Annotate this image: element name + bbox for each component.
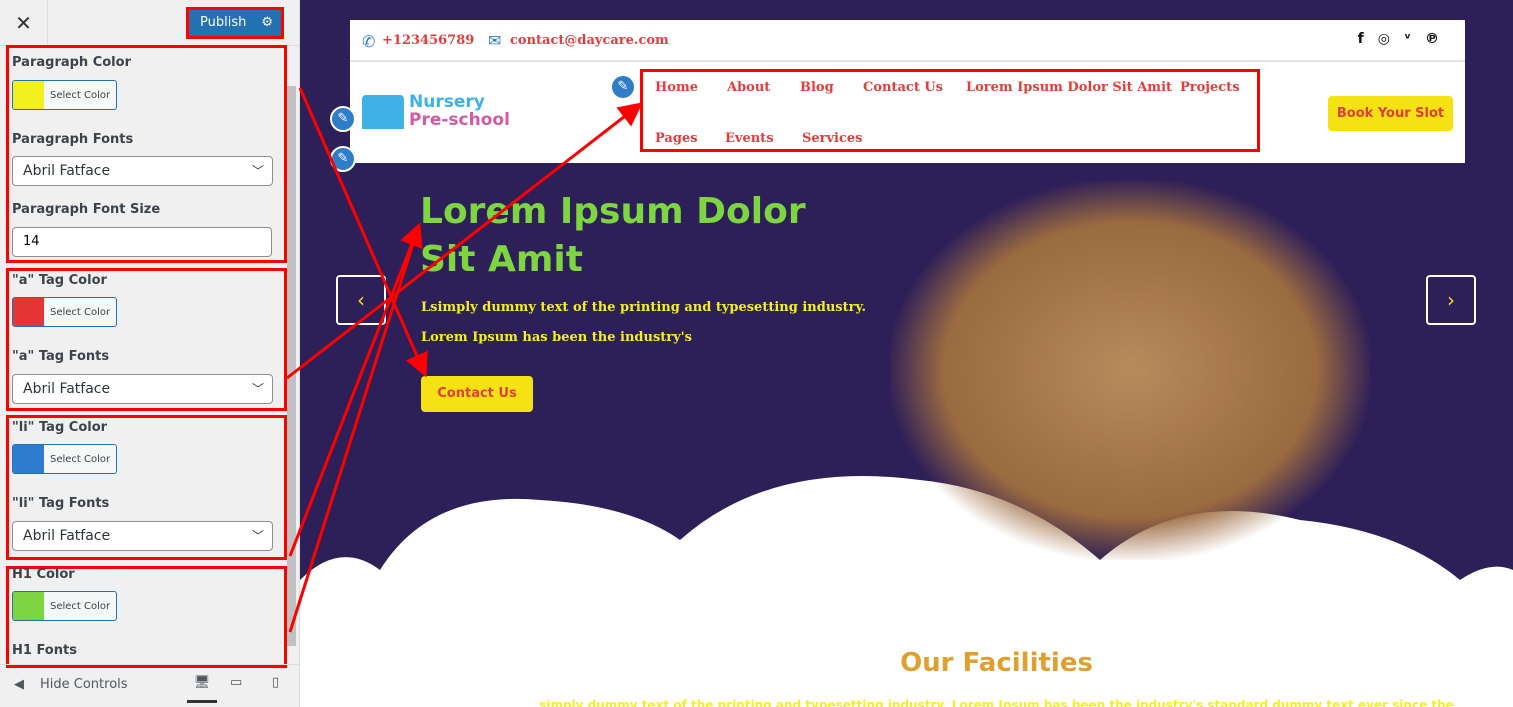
nav-pages[interactable]: Pages: [655, 131, 698, 146]
hero-title: Lorem Ipsum Dolor Sit Amit: [420, 191, 806, 280]
phone-number[interactable]: +123456789: [382, 33, 474, 48]
hide-controls-icon[interactable]: ◀: [14, 677, 24, 692]
hide-controls-button[interactable]: Hide Controls: [40, 677, 128, 692]
select-color-label: Select Color: [50, 453, 111, 465]
nav-lorem[interactable]: Lorem Ipsum Dolor Sit Amit: [966, 80, 1172, 95]
li-fonts-label: "li" Tag Fonts: [12, 496, 110, 511]
customizer-sidebar: ✕ Publish ⚙ Paragraph Color Select Color …: [0, 0, 300, 707]
a-color-label: "a" Tag Color: [12, 273, 107, 288]
pinterest-icon[interactable]: ℗: [1425, 31, 1453, 47]
edit-pencil-icon[interactable]: ✎: [330, 146, 356, 172]
publish-button[interactable]: Publish ⚙: [186, 7, 284, 39]
li-fonts-select[interactable]: Abril Fatface ﹀: [12, 521, 273, 551]
instagram-icon[interactable]: ◎: [1378, 31, 1404, 47]
facebook-icon[interactable]: f: [1358, 31, 1378, 47]
color-swatch: [13, 592, 44, 620]
paragraph-color-label: Paragraph Color: [12, 55, 131, 70]
customizer-header: ✕ Publish ⚙: [0, 0, 299, 46]
nav-services[interactable]: Services: [802, 131, 863, 146]
li-color-label: "li" Tag Color: [12, 420, 108, 435]
customizer-footer: ◀ Hide Controls 🖥 ▭ ▯: [0, 664, 300, 707]
hero-contact-button[interactable]: Contact Us: [421, 376, 533, 412]
email-icon: ✉: [488, 31, 502, 50]
mobile-preview-icon[interactable]: ▯: [272, 675, 279, 690]
chevron-down-icon: ﹀: [251, 164, 264, 178]
nav-about[interactable]: About: [727, 80, 770, 95]
select-color-label: Select Color: [50, 89, 111, 101]
a-fonts-label: "a" Tag Fonts: [12, 349, 110, 364]
h1-fonts-label: H1 Fonts: [12, 643, 77, 658]
hero-paragraph-2: Lorem Ipsum has been the industry's: [421, 330, 692, 345]
h1-color-label: H1 Color: [12, 567, 75, 582]
edit-pencil-icon[interactable]: ✎: [330, 106, 356, 132]
nav-home[interactable]: Home: [655, 80, 698, 95]
nav-blog[interactable]: Blog: [800, 80, 834, 95]
slider-prev-button[interactable]: ‹: [336, 275, 386, 325]
tablet-preview-icon[interactable]: ▭: [230, 675, 242, 690]
divider: [350, 60, 1465, 62]
paragraph-font-size-label: Paragraph Font Size: [12, 202, 161, 217]
facilities-title: Our Facilities: [900, 648, 1093, 678]
desktop-preview-icon[interactable]: 🖥: [187, 675, 217, 703]
site-preview: ✆ +123456789 ✉ contact@daycare.com f◎ᵛ℗ …: [300, 0, 1513, 707]
logo-line2: Pre-school: [409, 110, 510, 130]
color-swatch: [13, 445, 44, 473]
logo[interactable]: Nursery Pre-school: [409, 93, 510, 129]
select-value: Abril Fatface: [23, 381, 111, 397]
a-color-button[interactable]: Select Color: [12, 297, 117, 327]
select-color-label: Select Color: [50, 306, 111, 318]
facilities-text: simply dummy text of the printing and ty…: [539, 698, 1454, 707]
paragraph-font-size-input[interactable]: 14: [12, 227, 272, 257]
select-value: Abril Fatface: [23, 528, 111, 544]
select-color-label: Select Color: [50, 600, 111, 612]
li-color-button[interactable]: Select Color: [12, 444, 117, 474]
slider-next-button[interactable]: ›: [1426, 275, 1476, 325]
chevron-down-icon: ﹀: [251, 382, 264, 396]
scrollbar[interactable]: [287, 86, 296, 646]
paragraph-fonts-select[interactable]: Abril Fatface ﹀: [12, 156, 273, 186]
a-fonts-select[interactable]: Abril Fatface ﹀: [12, 374, 273, 404]
site-header: ✆ +123456789 ✉ contact@daycare.com f◎ᵛ℗ …: [350, 20, 1465, 163]
logo-line1: Nursery: [409, 92, 485, 112]
publish-label: Publish: [200, 15, 247, 30]
hero-paragraph-1: Lsimply dummy text of the printing and t…: [421, 300, 867, 315]
book-slot-button[interactable]: Book Your Slot: [1328, 96, 1453, 131]
close-icon[interactable]: ✕: [0, 0, 48, 46]
edit-pencil-icon[interactable]: ✎: [610, 74, 636, 100]
gear-icon[interactable]: ⚙: [261, 10, 273, 36]
paragraph-color-button[interactable]: Select Color: [12, 80, 117, 110]
social-icons: f◎ᵛ℗: [1358, 31, 1453, 47]
h1-color-button[interactable]: Select Color: [12, 591, 117, 621]
color-swatch: [13, 81, 44, 109]
nav-contact[interactable]: Contact Us: [863, 80, 943, 95]
phone-icon: ✆: [362, 32, 376, 51]
nav-events[interactable]: Events: [725, 131, 774, 146]
main-nav: Home About Blog Contact Us Lorem Ipsum D…: [640, 69, 1260, 152]
paragraph-fonts-label: Paragraph Fonts: [12, 132, 134, 147]
email-link[interactable]: contact@daycare.com: [510, 33, 669, 48]
twitter-icon[interactable]: ᵛ: [1404, 31, 1425, 47]
logo-icon: [362, 95, 404, 129]
chevron-down-icon: ﹀: [251, 529, 264, 543]
color-swatch: [13, 298, 44, 326]
nav-projects[interactable]: Projects: [1180, 80, 1240, 95]
teddy-bears-image: [890, 180, 1370, 560]
select-value: Abril Fatface: [23, 163, 111, 179]
